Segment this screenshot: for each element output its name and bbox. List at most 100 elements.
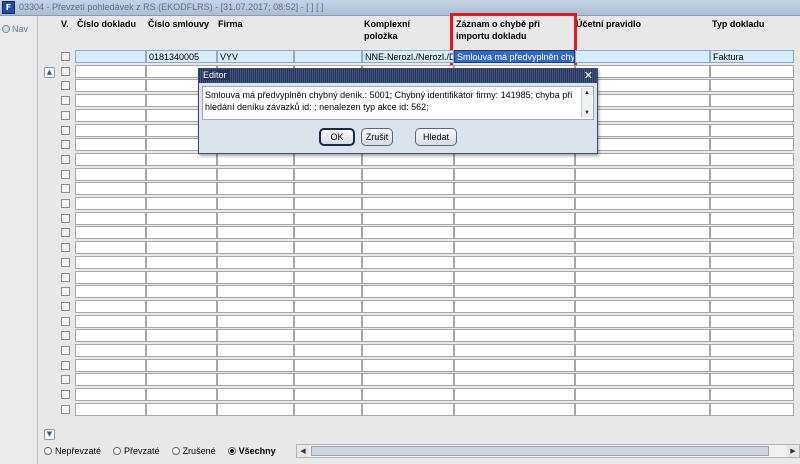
cell-cislo-dokladu[interactable] [75,226,146,239]
cell-typ-dokladu[interactable] [710,226,794,239]
cell-typ-dokladu[interactable] [710,315,794,328]
cell-cislo-smlouvy[interactable] [146,344,217,357]
row-checkbox[interactable] [61,140,70,149]
cell-firma[interactable] [217,197,294,210]
row-checkbox[interactable] [61,81,70,90]
editor-text-area[interactable]: Smlouva má předvyplněn chybný deník.: 50… [202,86,594,120]
cell-blank1[interactable] [294,50,362,63]
cell-zaznam[interactable] [454,300,575,313]
cell-typ-dokladu[interactable] [710,138,794,151]
cell-cislo-smlouvy[interactable] [146,315,217,328]
cell-typ-dokladu[interactable] [710,241,794,254]
cell-typ-dokladu[interactable] [710,344,794,357]
horizontal-scrollbar[interactable]: ◀ ▶ [296,444,800,458]
nav-button[interactable]: Nav [2,24,28,34]
cell-firma[interactable] [217,329,294,342]
cell-ucetni-pravidlo[interactable] [575,359,710,372]
cell-ucetni-pravidlo[interactable] [575,50,710,63]
cell-cislo-dokladu[interactable] [75,182,146,195]
cell-ucetni-pravidlo[interactable] [575,403,710,416]
cell-komplexni-polozka[interactable] [362,359,454,372]
cell-firma[interactable] [217,226,294,239]
cell-ucetni-pravidlo[interactable] [575,168,710,181]
cell-typ-dokladu[interactable] [710,153,794,166]
row-checkbox[interactable] [61,67,70,76]
row-checkbox[interactable] [61,317,70,326]
cell-cislo-dokladu[interactable] [75,373,146,386]
cell-typ-dokladu[interactable] [710,359,794,372]
cell-komplexni-polozka[interactable] [362,373,454,386]
cell-blank1[interactable] [294,168,362,181]
cell-cislo-smlouvy[interactable] [146,359,217,372]
column-header-ucetni-pravidlo[interactable]: Účetní pravidlo [576,18,641,30]
cell-zaznam[interactable] [454,256,575,269]
cell-cislo-dokladu[interactable] [75,94,146,107]
editor-vertical-scrollbar[interactable]: ▲ ▼ [581,88,592,118]
cell-blank1[interactable] [294,315,362,328]
cell-typ-dokladu[interactable] [710,197,794,210]
cell-cislo-dokladu[interactable] [75,388,146,401]
cell-ucetni-pravidlo[interactable] [575,388,710,401]
column-header-v[interactable]: V. [61,18,69,30]
cell-zaznam[interactable] [454,373,575,386]
row-checkbox[interactable] [61,52,70,61]
cell-firma[interactable] [217,285,294,298]
cell-typ-dokladu[interactable] [710,329,794,342]
column-header-typ-dokladu[interactable]: Typ dokladu [712,18,764,30]
cell-cislo-dokladu[interactable] [75,124,146,137]
cell-cislo-smlouvy[interactable] [146,168,217,181]
cell-typ-dokladu[interactable] [710,388,794,401]
cell-firma[interactable]: VYV [217,50,294,63]
cell-blank1[interactable] [294,300,362,313]
cell-cislo-dokladu[interactable] [75,300,146,313]
scroll-down-button[interactable]: ▼ [44,429,55,440]
cell-zaznam[interactable] [454,403,575,416]
cell-ucetni-pravidlo[interactable] [575,226,710,239]
cell-cislo-dokladu[interactable] [75,256,146,269]
cell-typ-dokladu[interactable] [710,124,794,137]
cell-cislo-smlouvy[interactable] [146,182,217,195]
cell-typ-dokladu[interactable] [710,403,794,416]
cell-cislo-dokladu[interactable] [75,241,146,254]
cell-komplexni-polozka[interactable]: NNE-Nerozl./Nerozl./D [362,50,454,63]
row-checkbox[interactable] [61,390,70,399]
row-checkbox[interactable] [61,243,70,252]
scroll-right-icon[interactable]: ▶ [787,445,799,457]
scroll-up-button[interactable]: ▲ [44,67,55,78]
column-header-cislo-smlouvy[interactable]: Číslo smlouvy [148,18,209,30]
row-checkbox[interactable] [61,331,70,340]
cell-ucetni-pravidlo[interactable] [575,256,710,269]
row-checkbox[interactable] [61,405,70,414]
cell-typ-dokladu[interactable] [710,182,794,195]
cell-typ-dokladu[interactable] [710,271,794,284]
cell-cislo-dokladu[interactable] [75,79,146,92]
cell-zaznam[interactable] [454,285,575,298]
cell-firma[interactable] [217,403,294,416]
dialog-title-bar[interactable]: Editor ✕ [199,69,597,83]
cell-firma[interactable] [217,359,294,372]
cell-ucetni-pravidlo[interactable] [575,212,710,225]
cell-ucetni-pravidlo[interactable] [575,344,710,357]
cell-firma[interactable] [217,344,294,357]
cell-cislo-dokladu[interactable] [75,403,146,416]
cell-ucetni-pravidlo[interactable] [575,373,710,386]
cell-cislo-dokladu[interactable] [75,109,146,122]
cell-firma[interactable] [217,241,294,254]
find-button[interactable]: Hledat [415,128,457,146]
cell-blank1[interactable] [294,403,362,416]
column-header-komplexni-polozka[interactable]: Komplexní položka [364,18,410,42]
cell-typ-dokladu[interactable] [710,65,794,78]
cell-cislo-dokladu[interactable] [75,50,146,63]
row-checkbox[interactable] [61,346,70,355]
radio-neprevzate[interactable]: Nepřevzaté [44,446,101,456]
cell-komplexni-polozka[interactable] [362,256,454,269]
cell-zaznam[interactable] [454,182,575,195]
cell-ucetni-pravidlo[interactable] [575,285,710,298]
cell-cislo-dokladu[interactable] [75,315,146,328]
cell-zaznam[interactable] [454,344,575,357]
cell-cislo-dokladu[interactable] [75,329,146,342]
radio-vsechny[interactable]: Všechny [227,446,276,456]
cell-typ-dokladu[interactable] [710,79,794,92]
cell-cislo-smlouvy[interactable] [146,241,217,254]
cell-cislo-dokladu[interactable] [75,212,146,225]
